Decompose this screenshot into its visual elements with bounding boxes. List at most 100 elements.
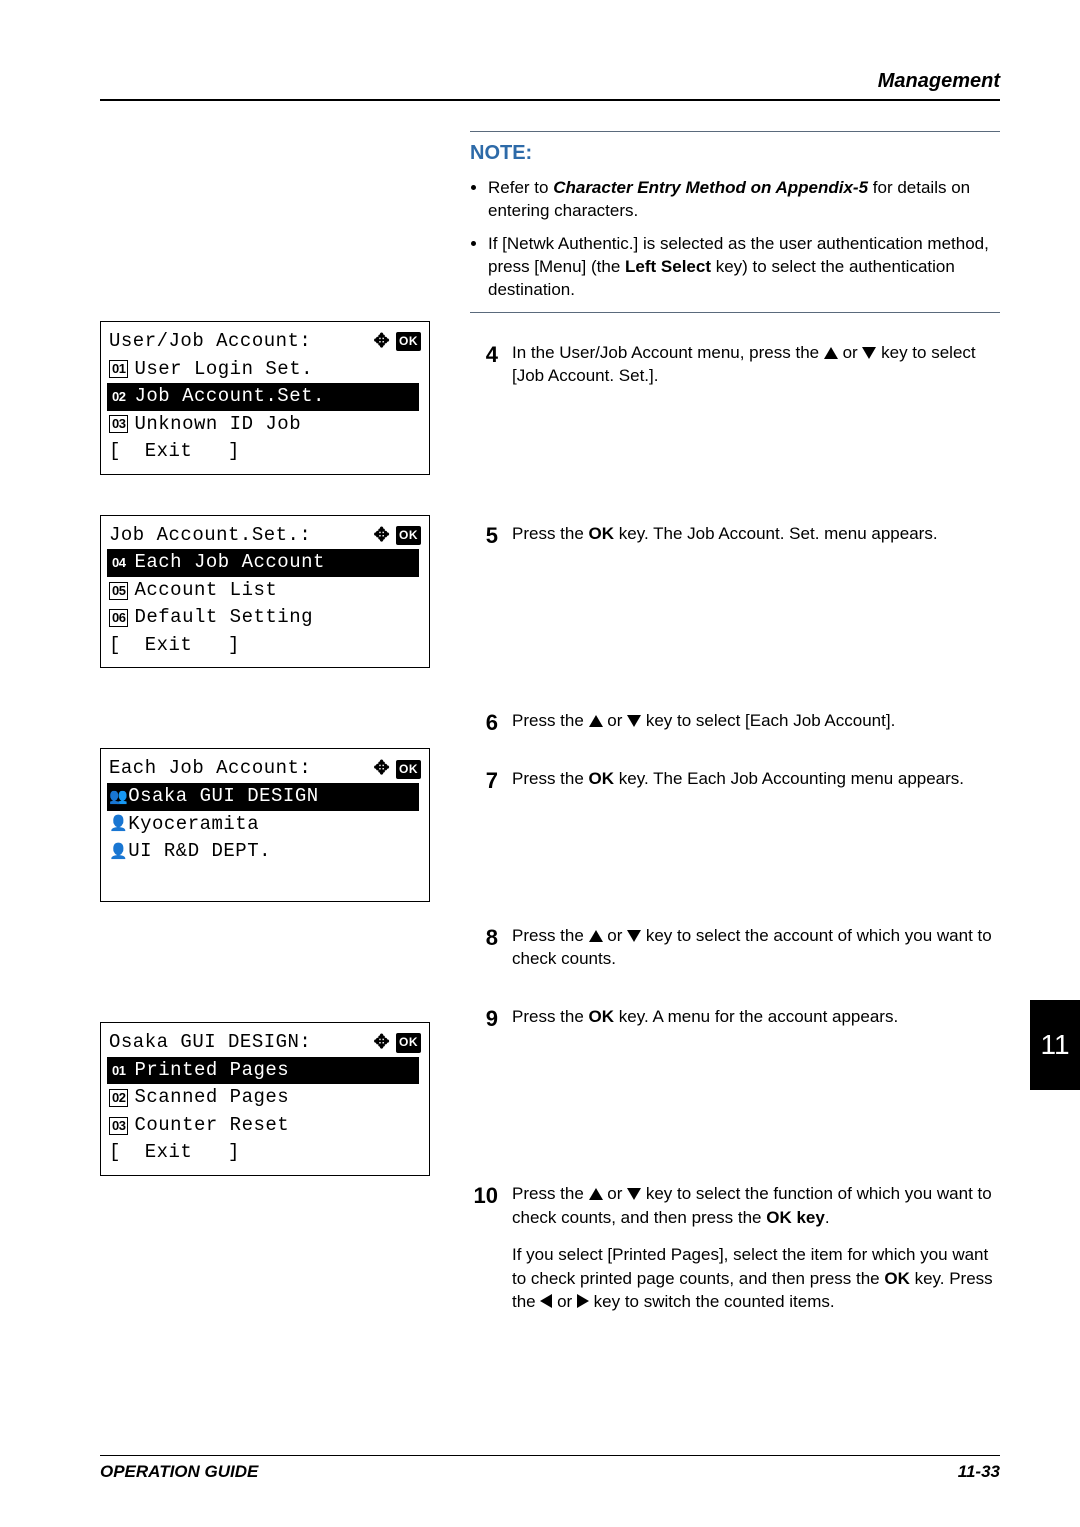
- lcd-item: Job Account.Set.: [134, 383, 324, 411]
- lcd-title-row: User/Job Account: ✥ OK: [109, 328, 421, 356]
- lcd-row-selected: 02 Job Account.Set.: [107, 383, 419, 411]
- step-body: Press the OK key. The Each Job Accountin…: [512, 767, 964, 804]
- step-number: 5: [470, 522, 498, 559]
- up-triangle-icon: [589, 715, 603, 727]
- right-column: NOTE: Refer to Character Entry Method on…: [470, 131, 1000, 1348]
- up-triangle-icon: [824, 347, 838, 359]
- lcd-row: 01 User Login Set.: [109, 356, 421, 384]
- lcd-row-selected: 👥Osaka GUI DESIGN: [107, 783, 419, 811]
- ok-icon: OK: [396, 1033, 421, 1052]
- person-icon: 👤: [109, 813, 128, 835]
- index-box: 02: [109, 1089, 128, 1107]
- lcd-title-icons: ✥ OK: [374, 328, 421, 356]
- step-8: 8 Press the or key to select the account…: [470, 924, 1000, 985]
- header-rule: [100, 99, 1000, 101]
- index-box: 03: [109, 1117, 128, 1135]
- lcd-title-icons: ✥ OK: [374, 1029, 421, 1057]
- lcd-item: Osaka GUI DESIGN: [128, 783, 318, 811]
- lcd-item: Default Setting: [134, 604, 313, 632]
- index-box: 01: [109, 1062, 128, 1080]
- lcd-panel-each-job-account: Each Job Account: ✥ OK 👥Osaka GUI DESIGN…: [100, 748, 430, 902]
- ok-icon: OK: [396, 760, 421, 779]
- lcd-exit-row: [ Exit ]: [109, 1139, 421, 1167]
- nav-arrows-icon: ✥: [374, 755, 390, 783]
- lcd-row: 👤Kyoceramita: [109, 811, 421, 839]
- footer-left: OPERATION GUIDE: [100, 1462, 258, 1482]
- lcd-item: Scanned Pages: [134, 1084, 289, 1112]
- down-triangle-icon: [862, 347, 876, 359]
- content-columns: User/Job Account: ✥ OK 01 User Login Set.…: [100, 131, 1000, 1348]
- lcd-item: Account List: [134, 577, 277, 605]
- lcd-title-icons: ✥ OK: [374, 522, 421, 550]
- step-body: Press the or key to select the account o…: [512, 924, 1000, 985]
- lcd-item: User Login Set.: [134, 356, 313, 384]
- ok-icon: OK: [396, 332, 421, 351]
- ok-icon: OK: [396, 526, 421, 545]
- step-number: 6: [470, 709, 498, 746]
- index-box: 05: [109, 582, 128, 600]
- chapter-tab: 11: [1030, 1000, 1080, 1090]
- lcd-item: UI R&D DEPT.: [128, 838, 271, 866]
- lcd-row: 05 Account List: [109, 577, 421, 605]
- lcd-exit-row: [ Exit ]: [109, 438, 421, 466]
- note-bullet: Refer to Character Entry Method on Appen…: [488, 177, 1000, 223]
- step-number: 8: [470, 924, 498, 985]
- lcd-title-row: Each Job Account: ✥ OK: [109, 755, 421, 783]
- lcd-panel-job-account-set: Job Account.Set.: ✥ OK 04Each Job Accoun…: [100, 515, 430, 669]
- lcd-title-row: Osaka GUI DESIGN: ✥ OK: [109, 1029, 421, 1057]
- step-number: 9: [470, 1005, 498, 1042]
- note-rule-bottom: [470, 312, 1000, 313]
- index-box: 04: [109, 554, 128, 572]
- footer: OPERATION GUIDE 11-33: [100, 1455, 1000, 1482]
- note-list: Refer to Character Entry Method on Appen…: [470, 177, 1000, 302]
- lcd-item: Counter Reset: [134, 1112, 289, 1140]
- lcd-title-icons: ✥ OK: [374, 755, 421, 783]
- step-number: 4: [470, 341, 498, 402]
- nav-arrows-icon: ✥: [374, 522, 390, 550]
- group-icon: 👥: [109, 786, 128, 808]
- index-box: 03: [109, 415, 128, 433]
- lcd-title: Osaka GUI DESIGN:: [109, 1029, 311, 1057]
- right-triangle-icon: [577, 1294, 589, 1308]
- step-6: 6 Press the or key to select [Each Job A…: [470, 709, 1000, 746]
- lcd-item: Each Job Account: [134, 549, 324, 577]
- index-box: 01: [109, 360, 128, 378]
- lcd-row-selected: 01 Printed Pages: [107, 1057, 419, 1085]
- page-number: 11-33: [958, 1462, 1000, 1482]
- step-body: Press the OK key. A menu for the account…: [512, 1005, 898, 1042]
- nav-arrows-icon: ✥: [374, 328, 390, 356]
- up-triangle-icon: [589, 930, 603, 942]
- lcd-title: User/Job Account:: [109, 328, 311, 356]
- section-header: Management: [100, 70, 1000, 93]
- step-number: 7: [470, 767, 498, 804]
- lcd-exit-row: [ Exit ]: [109, 632, 421, 660]
- step-body: In the User/Job Account menu, press the …: [512, 341, 1000, 402]
- lcd-row: 02 Scanned Pages: [109, 1084, 421, 1112]
- lcd-title: Each Job Account:: [109, 755, 311, 783]
- down-triangle-icon: [627, 930, 641, 942]
- lcd-row: 👤UI R&D DEPT.: [109, 838, 421, 866]
- up-triangle-icon: [589, 1188, 603, 1200]
- step-9: 9 Press the OK key. A menu for the accou…: [470, 1005, 1000, 1042]
- lcd-panel-osaka-gui-design: Osaka GUI DESIGN: ✥ OK 01 Printed Pages 0…: [100, 1022, 430, 1176]
- step-10: 10 Press the or key to select the functi…: [470, 1182, 1000, 1327]
- note-title: NOTE:: [470, 142, 1000, 165]
- lcd-item: Unknown ID Job: [134, 411, 301, 439]
- lcd-item: Printed Pages: [134, 1057, 289, 1085]
- down-triangle-icon: [627, 715, 641, 727]
- step-body: Press the or key to select [Each Job Acc…: [512, 709, 895, 746]
- lcd-item: Kyoceramita: [128, 811, 259, 839]
- step-4: 4 In the User/Job Account menu, press th…: [470, 341, 1000, 402]
- page: Management User/Job Account: ✥ OK 01User…: [0, 0, 1080, 1527]
- left-triangle-icon: [540, 1294, 552, 1308]
- step-number: 10: [470, 1182, 498, 1327]
- step-5: 5 Press the OK key. The Job Account. Set…: [470, 522, 1000, 559]
- step-body: Press the OK key. The Job Account. Set. …: [512, 522, 938, 559]
- lcd-row-selected: 04 Each Job Account: [107, 549, 419, 577]
- nav-arrows-icon: ✥: [374, 1029, 390, 1057]
- index-box: 02: [109, 388, 128, 406]
- index-box: 06: [109, 609, 128, 627]
- step-7: 7 Press the OK key. The Each Job Account…: [470, 767, 1000, 804]
- note-bullet: If [Netwk Authentic.] is selected as the…: [488, 233, 1000, 302]
- lcd-row: 03 Unknown ID Job: [109, 411, 421, 439]
